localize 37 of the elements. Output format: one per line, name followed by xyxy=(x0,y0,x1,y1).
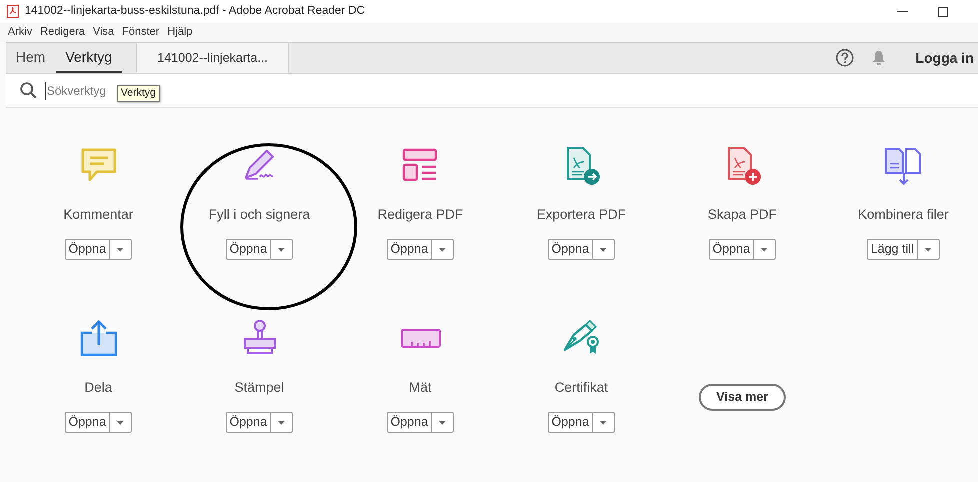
menu-item[interactable]: Redigera xyxy=(40,24,86,41)
tool-label: Certifikat xyxy=(554,379,608,397)
tool-label: Skapa PDF xyxy=(708,206,778,224)
tool-label: Fyll i och signera xyxy=(208,206,310,224)
caret-icon xyxy=(439,420,446,424)
search-icon xyxy=(20,82,37,99)
caret-icon xyxy=(439,248,446,252)
tool-label: Mät xyxy=(409,379,432,397)
tab[interactable]: Hem xyxy=(6,43,56,73)
tool-label: Dela xyxy=(84,379,112,397)
caret-icon xyxy=(600,248,608,252)
tool-label: Exportera PDF xyxy=(536,206,626,224)
menu-item[interactable]: Visa xyxy=(93,24,114,41)
menu-item[interactable]: Arkiv xyxy=(8,24,32,41)
tool-label: Kombinera filer xyxy=(858,206,949,224)
tool-label: Kommentar xyxy=(64,206,134,224)
menu-item[interactable]: Hjälp xyxy=(168,24,193,41)
caret-icon xyxy=(278,248,286,252)
caret-icon xyxy=(117,248,124,252)
tool-label: Stämpel xyxy=(234,379,284,397)
caret-icon xyxy=(761,248,768,252)
menu-item[interactable]: Fönster xyxy=(122,24,160,41)
caret-icon xyxy=(278,420,286,424)
search-field[interactable]: Sökverktyg xyxy=(45,82,113,100)
tool-label: Redigera PDF xyxy=(378,206,464,224)
document-tab[interactable]: 141002--linjekarta... xyxy=(136,43,290,73)
minimize-icon[interactable] xyxy=(897,10,908,12)
window-title: 141002--linjekarta-buss-eskilstuna.pdf - Adobe Acrobat Reader DC xyxy=(25,4,366,19)
pdf-file-icon xyxy=(7,5,19,18)
sign-in-button[interactable]: Logga in xyxy=(916,48,974,68)
caret-icon xyxy=(600,420,608,424)
caret-icon xyxy=(117,420,124,424)
help-icon[interactable] xyxy=(836,49,854,67)
show-more-button[interactable]: Visa mer xyxy=(698,384,786,411)
tooltip: Verktyg xyxy=(117,84,160,102)
caret-icon xyxy=(925,248,932,252)
maximize-icon[interactable] xyxy=(938,6,948,16)
